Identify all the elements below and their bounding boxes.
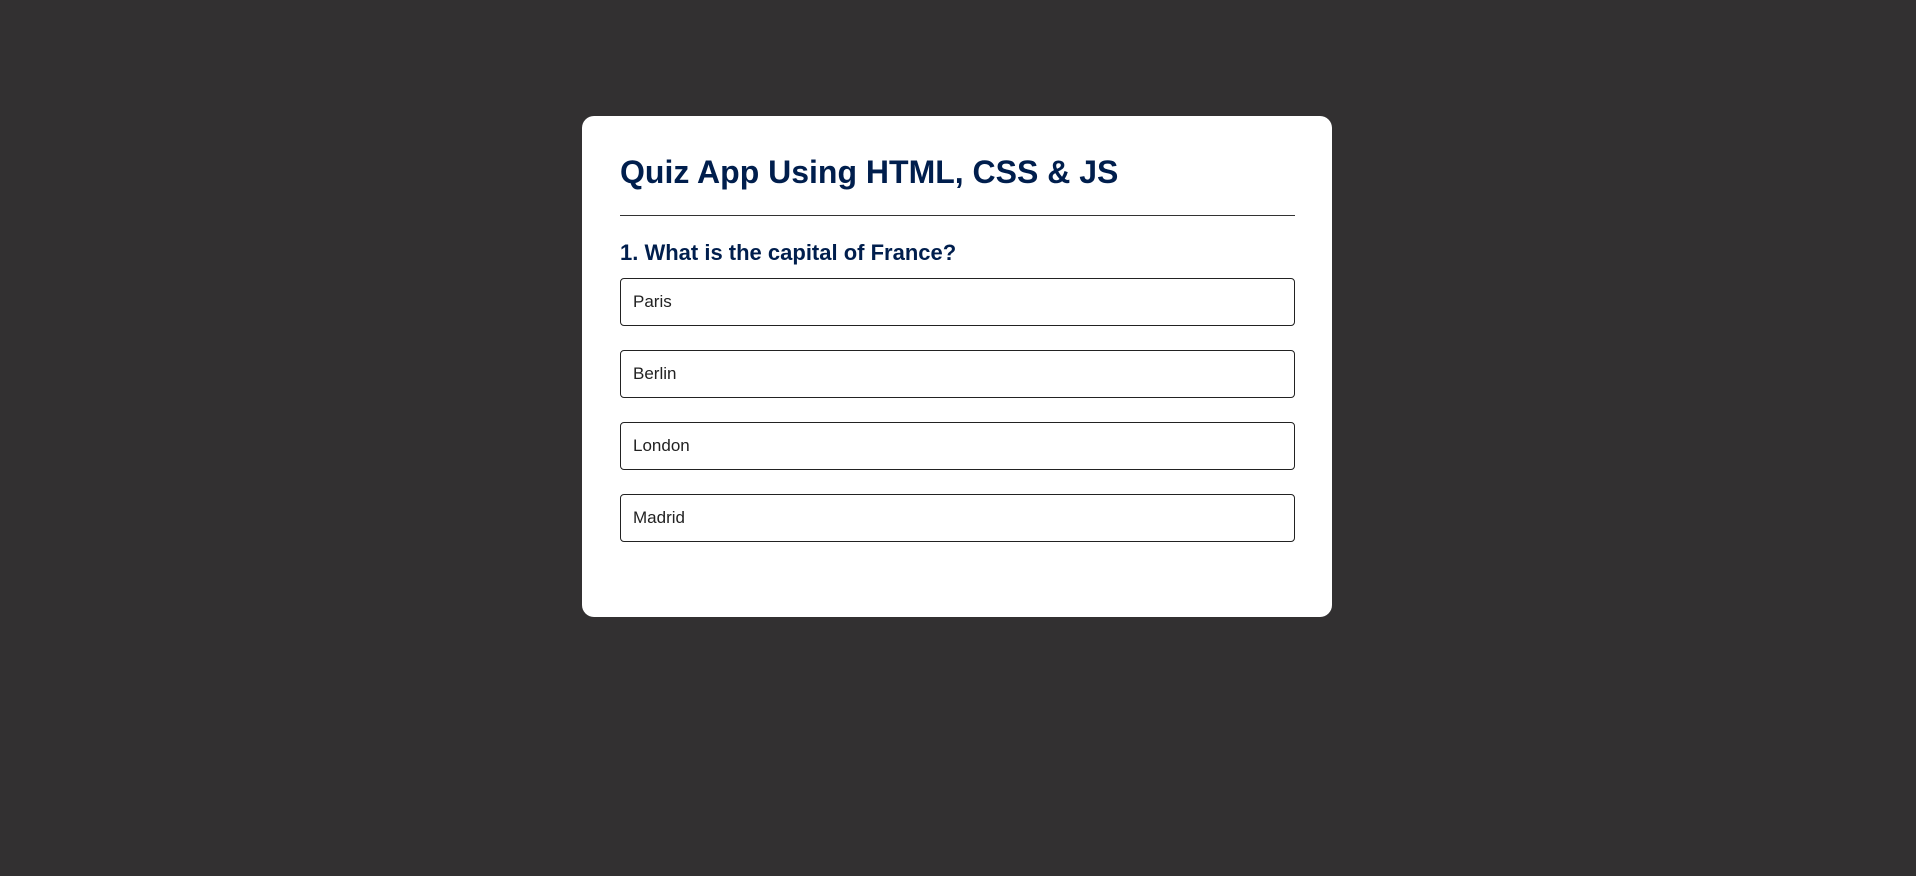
quiz-title: Quiz App Using HTML, CSS & JS [620, 154, 1119, 190]
answer-button-london[interactable]: London [620, 422, 1295, 470]
answer-list: Paris Berlin London Madrid [620, 278, 1295, 542]
answer-button-paris[interactable]: Paris [620, 278, 1295, 326]
title-divider [620, 215, 1295, 216]
answer-button-madrid[interactable]: Madrid [620, 494, 1295, 542]
quiz-card: Quiz App Using HTML, CSS & JS 1. What is… [582, 116, 1332, 617]
question-text: 1. What is the capital of France? [620, 240, 957, 265]
answer-button-berlin[interactable]: Berlin [620, 350, 1295, 398]
